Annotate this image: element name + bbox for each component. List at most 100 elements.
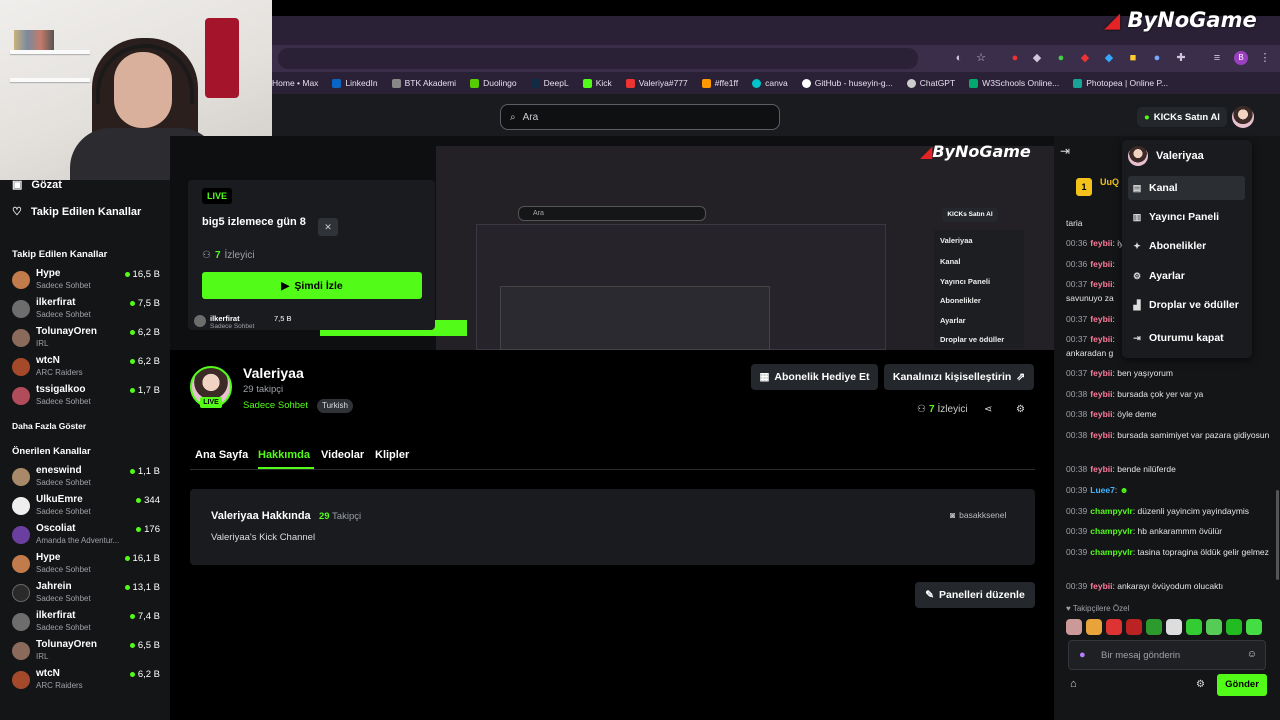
sidebar-channel[interactable]: wtcN ARC Raiders 6,2 B bbox=[12, 354, 162, 382]
nested-kicks-button: KICKs Satın Al bbox=[942, 208, 998, 222]
store-icon[interactable]: ⌂ bbox=[1070, 678, 1077, 690]
color-icon bbox=[701, 78, 711, 88]
stream-preview-card[interactable]: LIVE big5 izlemece gün 8 ✕ ⚇ 7 İzleyici … bbox=[188, 180, 435, 330]
send-button[interactable]: Gönder bbox=[1217, 674, 1267, 696]
bookmark-item[interactable]: Valeriya#777 bbox=[625, 78, 688, 88]
customize-channel-button[interactable]: Kanalınızı kişiselleştirin ⇗ bbox=[884, 364, 1034, 390]
user-dropdown-menu: Valeriyaa ▤ Kanal ▥ Yayıncı Paneli ✦ Abonel… bbox=[1122, 140, 1252, 358]
tab-about[interactable]: Hakkımda bbox=[258, 449, 310, 461]
emote-icon[interactable] bbox=[1066, 619, 1082, 635]
puzzle-icon[interactable]: ✚ bbox=[1174, 51, 1188, 65]
menu-item-drops[interactable]: ▟ Droplar ve ödüller bbox=[1128, 293, 1245, 317]
chat-message-input[interactable]: ● Bir mesaj gönderin ☺ bbox=[1068, 640, 1266, 670]
emoji-icon[interactable]: ☺ bbox=[1247, 649, 1257, 660]
dropdown-user[interactable]: Valeriyaa bbox=[1128, 146, 1204, 166]
bookmark-item[interactable]: DeepL bbox=[530, 78, 569, 88]
channel-category[interactable]: Sadece Sohbet bbox=[243, 400, 308, 411]
instagram-link[interactable]: ◙ basakksenel bbox=[950, 510, 1006, 520]
tab-videos[interactable]: Videolar bbox=[321, 449, 364, 461]
bookmark-item[interactable]: ChatGPT bbox=[906, 78, 955, 88]
bookmark-item[interactable]: W3Schools Online... bbox=[969, 78, 1059, 88]
bookmark-item[interactable]: GitHub - huseyin-g... bbox=[801, 78, 893, 88]
external-link-icon: ⇗ bbox=[1016, 371, 1026, 383]
bookmark-item[interactable]: BTK Akademi bbox=[391, 78, 456, 88]
active-tab-indicator bbox=[258, 467, 314, 469]
mute-icon[interactable]: ✕ bbox=[318, 218, 338, 236]
emote-icon[interactable] bbox=[1126, 619, 1142, 635]
emote-icon[interactable] bbox=[1206, 619, 1222, 635]
sidebar-channel[interactable]: TolunayOren IRL 6,5 B bbox=[12, 638, 162, 666]
show-more-link[interactable]: Daha Fazla Göster bbox=[12, 421, 86, 431]
extension-icon[interactable]: ● bbox=[1150, 51, 1164, 65]
sidebar-channel[interactable]: Hype Sadece Sohbet 16,1 B bbox=[12, 551, 162, 579]
bookmark-item[interactable]: #ffe1ff bbox=[701, 78, 738, 88]
extension-icon[interactable]: ◆ bbox=[1030, 51, 1044, 65]
emote-icon[interactable] bbox=[1166, 619, 1182, 635]
watch-now-button[interactable]: ▶ Şimdi İzle bbox=[202, 272, 422, 299]
menu-item-settings[interactable]: ⚙ Ayarlar bbox=[1128, 264, 1245, 288]
sidebar-channel[interactable]: wtcN ARC Raiders 6,2 B bbox=[12, 667, 162, 695]
chat-settings-icon[interactable]: ⚙ bbox=[1196, 679, 1205, 690]
gift-subscription-button[interactable]: ▦ Abonelik Hediye Et bbox=[751, 364, 878, 390]
language-tag[interactable]: Turkish bbox=[317, 399, 353, 413]
microphone-icon[interactable]: ● bbox=[1079, 649, 1086, 661]
channel-avatar bbox=[12, 613, 30, 631]
sidebar-channel[interactable]: ilkerfirat Sadece Sohbet 7,4 B bbox=[12, 609, 162, 637]
extension-icon[interactable]: ● bbox=[1054, 51, 1068, 65]
gear-icon: ⚙ bbox=[1132, 270, 1142, 281]
buy-kicks-button[interactable]: ● KICKs Satın Al bbox=[1137, 107, 1227, 127]
reading-list-icon[interactable]: ≡ bbox=[1210, 51, 1224, 65]
bookmark-item[interactable]: Photopea | Online P... bbox=[1073, 78, 1168, 88]
extension-icon[interactable]: ◆ bbox=[1102, 51, 1116, 65]
following-link[interactable]: ♡ Takip Edilen Kanallar bbox=[12, 205, 141, 219]
live-badge: LIVE bbox=[200, 397, 222, 408]
search-input[interactable]: ⌕ Ara bbox=[500, 104, 780, 130]
bookmark-item[interactable]: Kick bbox=[582, 78, 612, 88]
url-field[interactable] bbox=[278, 48, 918, 69]
extension-icon[interactable]: ◆ bbox=[1078, 51, 1092, 65]
live-dot-icon bbox=[129, 359, 135, 364]
menu-item-creator-dashboard[interactable]: ▥ Yayıncı Paneli bbox=[1128, 205, 1245, 229]
emote-icon[interactable] bbox=[1186, 619, 1202, 635]
profile-icon[interactable]: B bbox=[1234, 51, 1248, 65]
menu-item-logout[interactable]: ⇥ Oturumu kapat bbox=[1128, 326, 1245, 350]
more-menu-icon[interactable]: ⋮ bbox=[1258, 51, 1272, 65]
menu-item-subscriptions[interactable]: ✦ Abonelikler bbox=[1128, 234, 1245, 258]
tab-home[interactable]: Ana Sayfa bbox=[195, 449, 248, 461]
extension-icon[interactable]: ■ bbox=[1126, 51, 1140, 65]
menu-item-channel[interactable]: ▤ Kanal bbox=[1128, 176, 1245, 200]
extension-icon[interactable]: ● bbox=[1008, 51, 1022, 65]
emote-icon[interactable] bbox=[1146, 619, 1162, 635]
preview-viewer-count: ⚇ 7 İzleyici bbox=[202, 250, 255, 261]
sidebar-channel[interactable]: Oscoliat Amanda the Adventur... 176 bbox=[12, 522, 162, 550]
share-icon[interactable]: ⋖ bbox=[984, 404, 992, 415]
sidebar-channel[interactable]: eneswind Sadece Sohbet 1,1 B bbox=[12, 464, 162, 492]
deepl-icon bbox=[530, 78, 540, 88]
chat-message: 00:39 feybii: ankarayı övüyodum olucaktı bbox=[1066, 581, 1224, 591]
heart-icon: ♡ bbox=[12, 206, 22, 218]
chat-scrollbar[interactable] bbox=[1276, 490, 1279, 580]
emote-icon[interactable] bbox=[1106, 619, 1122, 635]
collapse-chat-icon[interactable]: ⇥ bbox=[1060, 144, 1070, 158]
emote-icon[interactable] bbox=[1226, 619, 1242, 635]
edit-panels-button[interactable]: ✎ Panelleri düzenle bbox=[915, 582, 1035, 608]
sidebar-channel[interactable]: UlkuEmre Sadece Sohbet 344 bbox=[12, 493, 162, 521]
bookmark-item[interactable]: Duolingo bbox=[470, 78, 517, 88]
sidebar-channel[interactable]: Hype Sadece Sohbet 16,5 B bbox=[12, 267, 162, 295]
incognito-icon[interactable]: ◐ bbox=[952, 51, 966, 65]
bookmark-item[interactable]: canva bbox=[752, 78, 788, 88]
user-settings-icon[interactable]: ⚙ bbox=[1016, 404, 1025, 415]
sidebar-channel[interactable]: Jahrein Sadece Sohbet 13,1 B bbox=[12, 580, 162, 608]
emote-icon[interactable] bbox=[1086, 619, 1102, 635]
bookmark-star-icon[interactable]: ☆ bbox=[974, 51, 988, 65]
bookmark-item[interactable]: Home • Max bbox=[272, 78, 318, 88]
user-avatar[interactable] bbox=[1232, 106, 1254, 128]
emote-icon[interactable] bbox=[1246, 619, 1262, 635]
bookmark-item[interactable]: LinkedIn bbox=[332, 78, 378, 88]
tab-clips[interactable]: Klipler bbox=[375, 449, 409, 461]
sidebar-channel[interactable]: tssigalkoo Sadece Sohbet 1,7 B bbox=[12, 383, 162, 411]
sidebar-channel[interactable]: TolunayOren IRL 6,2 B bbox=[12, 325, 162, 353]
sparkle-icon: ✦ bbox=[1133, 240, 1141, 251]
nested-dropdown: Valeriyaa Kanal Yayıncı Paneli Abonelikl… bbox=[934, 230, 1024, 348]
sidebar-channel[interactable]: ilkerfirat Sadece Sohbet 7,5 B bbox=[12, 296, 162, 324]
